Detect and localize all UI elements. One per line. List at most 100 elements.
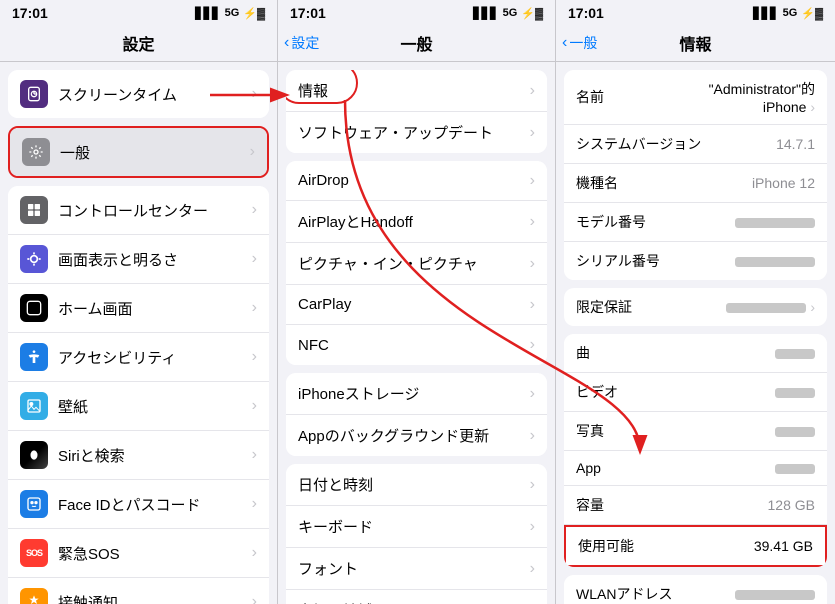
left-panel: 17:01 ▋▋▋ 5G ⚡▓ 設定 スクリ bbox=[0, 0, 278, 604]
row-faceid[interactable]: Face IDとパスコード › bbox=[8, 480, 269, 529]
info-row-capacity: 容量 128 GB bbox=[564, 486, 827, 525]
status-bar-right: 17:01 ▋▋▋ 5G ⚡▓ bbox=[556, 0, 835, 24]
label-apps: App bbox=[576, 460, 601, 476]
row-exposure[interactable]: 接触通知 › bbox=[8, 578, 269, 604]
label-screen-time: スクリーンタイム bbox=[58, 84, 248, 105]
chevron-airdrop: › bbox=[530, 172, 535, 190]
row-datetime[interactable]: 日付と時刻 › bbox=[286, 464, 547, 506]
network-type-mid: 5G bbox=[503, 7, 518, 19]
label-airplay: AirPlayとHandoff bbox=[298, 211, 526, 232]
info-row-videos: ビデオ bbox=[564, 373, 827, 412]
label-home: ホーム画面 bbox=[58, 298, 248, 319]
mid-scroll-area[interactable]: 情報 › ソフトウェア・アップデート › AirDrop bbox=[278, 62, 555, 604]
left-scroll-area[interactable]: スクリーンタイム › 一般 › bbox=[0, 62, 277, 604]
value-model-name: iPhone 12 bbox=[752, 175, 815, 191]
row-keyboard[interactable]: キーボード › bbox=[286, 506, 547, 548]
row-screen-time[interactable]: スクリーンタイム › bbox=[8, 70, 269, 118]
row-iphone-storage[interactable]: iPhoneストレージ › bbox=[286, 373, 547, 415]
icon-siri bbox=[20, 441, 48, 469]
mid-card-locale: 日付と時刻 › キーボード › フォント › 言語と地域 bbox=[286, 464, 547, 604]
info-row-warranty[interactable]: 限定保証 › bbox=[564, 288, 827, 326]
status-bar-left: 17:01 ▋▋▋ 5G ⚡▓ bbox=[0, 0, 277, 24]
back-label-right: 一般 bbox=[569, 33, 597, 53]
row-control[interactable]: コントロールセンター › bbox=[8, 186, 269, 235]
nav-title-right: 情報 bbox=[679, 31, 711, 55]
value-capacity: 128 GB bbox=[768, 497, 815, 513]
info-row-serial: シリアル番号 bbox=[564, 242, 827, 280]
row-home[interactable]: ホーム画面 › bbox=[8, 284, 269, 333]
back-button-right[interactable]: ‹ 一般 bbox=[562, 33, 597, 53]
row-language[interactable]: 言語と地域 › bbox=[286, 590, 547, 604]
row-wallpaper[interactable]: 壁紙 › bbox=[8, 382, 269, 431]
right-scroll-area[interactable]: 名前 "Administrator"的 iPhone › システムバージョン 1… bbox=[556, 62, 835, 604]
label-wallpaper: 壁紙 bbox=[58, 396, 248, 417]
info-row-wlan: WLANアドレス bbox=[564, 575, 827, 604]
value-model-number bbox=[735, 214, 815, 230]
network-type-right: 5G bbox=[783, 7, 798, 19]
row-siri[interactable]: Siriと検索 › bbox=[8, 431, 269, 480]
label-iphone-storage: iPhoneストレージ bbox=[298, 383, 526, 404]
info-row-name[interactable]: 名前 "Administrator"的 iPhone › bbox=[564, 70, 827, 125]
icon-sos: SOS bbox=[20, 539, 48, 567]
mid-panel: 17:01 ▋▋▋ 5G ⚡▓ ‹ 設定 一般 情報 bbox=[278, 0, 556, 604]
value-name: "Administrator"的 iPhone › bbox=[675, 79, 815, 115]
nav-bar-left: 設定 bbox=[0, 24, 277, 62]
value-available: 39.41 GB bbox=[754, 538, 813, 554]
label-datetime: 日付と時刻 bbox=[298, 474, 526, 495]
row-display[interactable]: 画面表示と明るさ › bbox=[8, 235, 269, 284]
signal-bars-right: ▋▋▋ bbox=[753, 7, 778, 20]
info-row-photos: 写真 bbox=[564, 412, 827, 451]
row-sos[interactable]: SOS 緊急SOS › bbox=[8, 529, 269, 578]
back-button-mid[interactable]: ‹ 設定 bbox=[284, 33, 319, 53]
chevron-iphone-storage: › bbox=[530, 385, 535, 403]
icon-home bbox=[20, 294, 48, 322]
settings-card-top: スクリーンタイム › bbox=[8, 70, 269, 118]
row-nfc[interactable]: NFC › bbox=[286, 325, 547, 365]
right-card-network: WLANアドレス Bluetooth bbox=[564, 575, 827, 604]
row-software[interactable]: ソフトウェア・アップデート › bbox=[286, 112, 547, 153]
label-info: 情報 bbox=[298, 80, 526, 101]
label-os: システムバージョン bbox=[576, 134, 701, 154]
chevron-nfc: › bbox=[530, 336, 535, 354]
chevron-siri: › bbox=[252, 446, 257, 464]
time-left: 17:01 bbox=[12, 5, 48, 21]
label-name: 名前 bbox=[576, 87, 604, 107]
settings-card-general: 一般 › bbox=[8, 126, 269, 178]
chevron-sos: › bbox=[252, 544, 257, 562]
label-general: 一般 bbox=[60, 142, 246, 163]
time-right: 17:01 bbox=[568, 5, 604, 21]
row-bg-update[interactable]: Appのバックグラウンド更新 › bbox=[286, 415, 547, 456]
chevron-general: › bbox=[250, 143, 255, 161]
nav-bar-right: ‹ 一般 情報 bbox=[556, 24, 835, 62]
row-picture[interactable]: ピクチャ・イン・ピクチャ › bbox=[286, 243, 547, 285]
label-accessibility: アクセシビリティ bbox=[58, 347, 248, 368]
row-airdrop[interactable]: AirDrop › bbox=[286, 161, 547, 201]
label-airdrop: AirDrop bbox=[298, 172, 526, 189]
chevron-exposure: › bbox=[252, 593, 257, 604]
chevron-keyboard: › bbox=[530, 518, 535, 536]
value-songs bbox=[775, 345, 815, 361]
signal-icons-right: ▋▋▋ 5G ⚡▓ bbox=[753, 7, 823, 20]
chevron-screen-time: › bbox=[252, 85, 257, 103]
row-airplay[interactable]: AirPlayとHandoff › bbox=[286, 201, 547, 243]
label-model-name: 機種名 bbox=[576, 173, 618, 193]
value-videos bbox=[775, 384, 815, 400]
label-software: ソフトウェア・アップデート bbox=[298, 122, 526, 143]
signal-bars-left: ▋▋▋ bbox=[195, 7, 220, 20]
info-row-model-number: モデル番号 bbox=[564, 203, 827, 242]
row-info[interactable]: 情報 › bbox=[286, 70, 547, 112]
time-mid: 17:01 bbox=[290, 5, 326, 21]
label-serial: シリアル番号 bbox=[576, 251, 660, 271]
signal-icons-mid: ▋▋▋ 5G ⚡▓ bbox=[473, 7, 543, 20]
right-panel: 17:01 ▋▋▋ 5G ⚡▓ ‹ 一般 情報 名前 bbox=[556, 0, 835, 604]
row-accessibility[interactable]: アクセシビリティ › bbox=[8, 333, 269, 382]
row-general[interactable]: 一般 › bbox=[10, 128, 267, 176]
icon-wallpaper bbox=[20, 392, 48, 420]
row-fonts[interactable]: フォント › bbox=[286, 548, 547, 590]
info-row-os: システムバージョン 14.7.1 bbox=[564, 125, 827, 164]
nav-bar-mid: ‹ 設定 一般 bbox=[278, 24, 555, 62]
label-photos: 写真 bbox=[576, 421, 604, 441]
battery-right: ⚡▓ bbox=[801, 7, 823, 20]
row-carplay[interactable]: CarPlay › bbox=[286, 285, 547, 325]
chevron-faceid: › bbox=[252, 495, 257, 513]
